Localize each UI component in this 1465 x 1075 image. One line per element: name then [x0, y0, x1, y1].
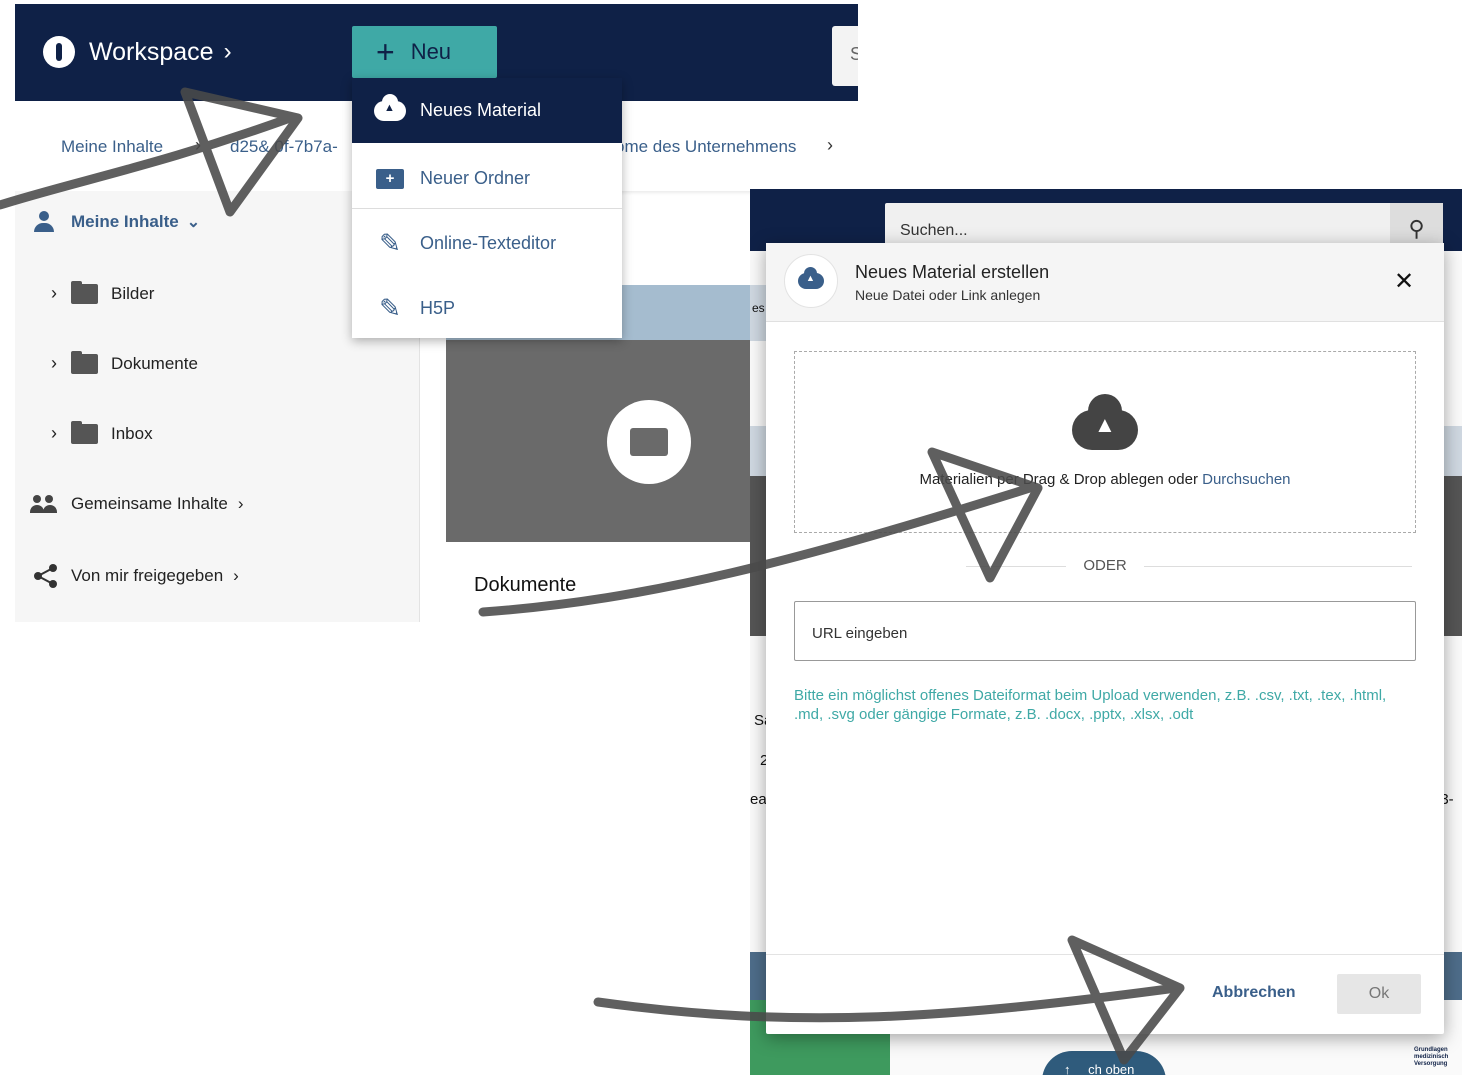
chevron-right-icon: ›	[223, 38, 232, 65]
chevron-right-icon[interactable]: ›	[51, 283, 57, 304]
dialog-subtitle: Neue Datei oder Link anlegen	[855, 287, 1041, 303]
card-title[interactable]: Dokumente	[474, 574, 576, 597]
folder-icon	[71, 350, 98, 374]
scroll-to-top-label: ch oben	[1088, 1062, 1135, 1075]
chevron-right-icon: ›	[233, 566, 239, 585]
chevron-right-icon[interactable]: ›	[51, 353, 57, 374]
breadcrumb-folder[interactable]: d25& 0f-7b7a-	[230, 137, 338, 157]
menu-item-new-material[interactable]: Neues Material	[352, 78, 622, 143]
menu-item-label: Neuer Ordner	[420, 168, 531, 188]
folder-icon	[607, 400, 691, 484]
background-text: es	[752, 301, 765, 315]
menu-divider	[352, 208, 622, 209]
chevron-right-icon: ›	[827, 135, 833, 155]
sidebar-item-label: Meine Inhalte	[71, 212, 179, 231]
workspace-menu[interactable]: Workspace ›	[43, 36, 232, 68]
folder-icon	[71, 280, 98, 304]
file-drop-zone[interactable]: Materialien per Drag & Drop ablegen oder…	[794, 351, 1416, 533]
cloud-upload-icon	[1072, 394, 1138, 450]
close-icon[interactable]: ✕	[1394, 267, 1414, 296]
dialog-title: Neues Material erstellen	[855, 262, 1050, 282]
info-icon	[43, 36, 75, 68]
menu-item-label: H5P	[420, 298, 456, 318]
chevron-right-icon: ›	[195, 135, 201, 155]
cloud-upload-icon	[374, 93, 406, 124]
drop-zone-text: Materialien per Drag & Drop ablegen oder…	[795, 471, 1415, 488]
sidebar-item-label: Gemeinsame Inhalte	[71, 494, 228, 513]
share-icon	[34, 564, 57, 588]
pencil-icon: ✎	[379, 228, 401, 258]
upload-dialog-screenshot: Suchen... ⚲ es Sa 2 ea 13- ↑ ch oben Gru…	[750, 189, 1462, 1075]
menu-item-h5p[interactable]: ✎ H5P	[352, 276, 622, 341]
divider-line	[966, 566, 1066, 567]
breadcrumb-current[interactable]: ome des Unternehmens	[615, 137, 796, 157]
menu-item-label: Online-Texteditor	[420, 233, 557, 253]
breadcrumb-root[interactable]: Meine Inhalte	[61, 137, 163, 157]
menu-item-new-folder[interactable]: + Neuer Ordner	[352, 146, 622, 211]
folder-label: Inbox	[111, 423, 153, 443]
folder-label: Dokumente	[111, 353, 198, 373]
chevron-right-icon[interactable]: ›	[51, 423, 57, 444]
menu-item-online-editor[interactable]: ✎ Online-Texteditor	[352, 211, 622, 276]
new-material-dialog: Neues Material erstellen Neue Datei oder…	[766, 243, 1444, 1034]
file-format-hint: Bitte ein möglichst offenes Dateiformat …	[794, 687, 1387, 723]
sidebar-folder-inbox[interactable]: › Inbox	[51, 420, 153, 444]
drop-zone-instructions: Materialien per Drag & Drop ablegen oder	[919, 471, 1203, 488]
folder-label: Bilder	[111, 283, 155, 303]
search-input[interactable]: S	[832, 26, 858, 86]
dialog-footer-divider	[766, 954, 1444, 955]
new-dropdown-menu: Neues Material + Neuer Ordner ✎ Online-T…	[352, 78, 622, 338]
browse-link[interactable]: Durchsuchen	[1202, 471, 1290, 488]
cancel-button[interactable]: Abbrechen	[1212, 984, 1296, 1002]
person-icon	[33, 211, 55, 233]
divider-line	[1144, 566, 1412, 567]
sidebar-folder-dokumente[interactable]: › Dokumente	[51, 350, 198, 374]
sidebar-folder-bilder[interactable]: › Bilder	[51, 280, 155, 304]
workspace-label: Workspace	[89, 37, 214, 66]
url-input[interactable]: URL eingeben	[794, 601, 1416, 661]
sidebar-item-shared-by-me[interactable]: Von mir freigegeben ›	[33, 563, 239, 589]
cloud-upload-icon	[784, 254, 838, 308]
folder-icon	[71, 420, 98, 444]
menu-item-label: Neues Material	[420, 100, 542, 120]
scroll-to-top-button[interactable]: ↑ ch oben	[1042, 1051, 1166, 1075]
background-card-image	[1444, 476, 1462, 636]
search-placeholder: Suchen...	[900, 222, 968, 239]
dialog-header: Neues Material erstellen Neue Datei oder…	[766, 243, 1444, 322]
pencil-icon: ✎	[379, 293, 401, 323]
background-text: ea	[750, 791, 767, 808]
workspace-screenshot: Workspace › + Neu S Meine Inhalte › d25&…	[15, 4, 858, 622]
chevron-right-icon: ›	[237, 494, 244, 513]
plus-icon: +	[376, 34, 395, 70]
url-placeholder: URL eingeben	[812, 625, 908, 642]
background-card-header	[1444, 426, 1462, 476]
sidebar-item-shared[interactable]: Gemeinsame Inhalte ›	[29, 493, 244, 515]
sidebar-item-my-content[interactable]: Meine Inhalte ⌄	[33, 211, 200, 233]
arrow-up-icon: ↑	[1064, 1062, 1071, 1075]
or-separator: ODER	[1066, 557, 1144, 574]
sidebar-item-label: Von mir freigegeben	[71, 566, 224, 585]
folder-plus-icon: +	[374, 166, 406, 192]
group-icon	[29, 493, 59, 515]
background-card-header	[750, 426, 766, 476]
ok-button[interactable]: Ok	[1337, 974, 1421, 1014]
new-button-label: Neu	[410, 39, 452, 64]
chevron-down-icon: ⌄	[186, 214, 201, 231]
background-card-image	[750, 476, 766, 636]
new-button[interactable]: + Neu	[352, 26, 497, 78]
background-document-thumb: Grundlagen medizinisch Versorgung	[1414, 1047, 1449, 1067]
